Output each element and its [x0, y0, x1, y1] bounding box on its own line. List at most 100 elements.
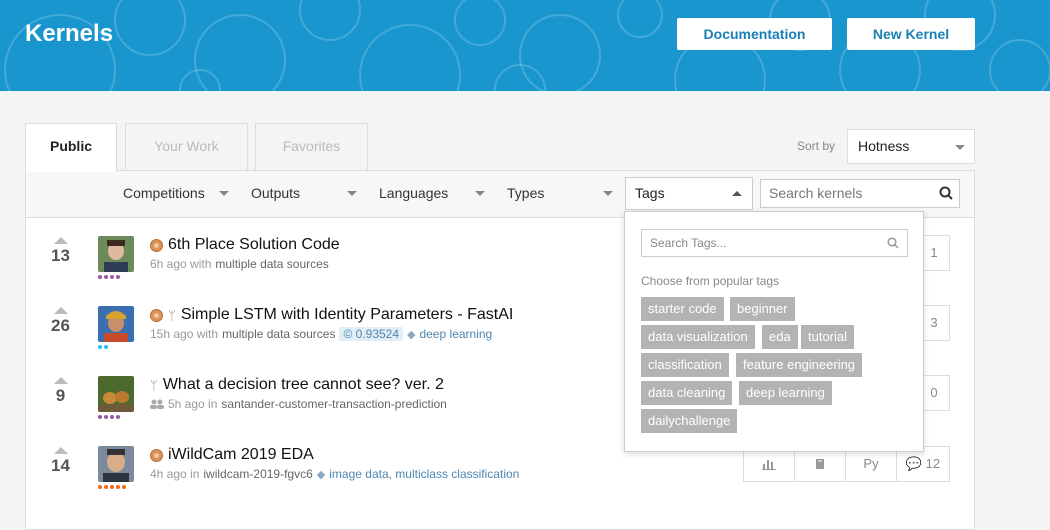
vote-widget[interactable]: 13	[43, 237, 78, 266]
tag-icon: ◆	[407, 328, 416, 341]
chevron-down-icon	[603, 191, 613, 196]
search-icon	[887, 237, 899, 249]
tab-favorites[interactable]: Favorites	[255, 123, 368, 171]
chevron-up-icon	[732, 191, 742, 196]
tag-icon: ◆	[316, 468, 326, 481]
vote-count: 13	[51, 246, 70, 265]
kernel-title-line: ᛘ Simple LSTM with Identity Parameters -…	[150, 306, 513, 324]
kernel-source[interactable]: iwildcam-2019-fgvc6	[203, 467, 312, 481]
popular-tags-label: Choose from popular tags	[641, 274, 780, 288]
tag-chip-beginner[interactable]: beginner	[730, 297, 795, 321]
upvote-icon[interactable]	[53, 307, 68, 314]
sort-value: Hotness	[858, 138, 910, 154]
filter-types[interactable]: Types	[507, 185, 544, 201]
vote-widget[interactable]: 14	[43, 447, 78, 476]
tag-chip-tutorial[interactable]: tutorial	[801, 325, 855, 349]
tier-dots	[98, 275, 120, 279]
sort-by-label: Sort by	[797, 139, 836, 153]
kernel-time: 6h ago with	[150, 257, 212, 271]
tag-chip-dailychallenge[interactable]: dailychallenge	[641, 409, 738, 433]
filter-types-label: Types	[507, 185, 545, 201]
fork-icon: ᛘ	[168, 307, 176, 323]
kernel-time: 15h ago with	[150, 327, 219, 341]
avatar[interactable]	[98, 376, 134, 412]
sort-select[interactable]: Hotness	[847, 129, 975, 164]
search-tags-input[interactable]: Search Tags...	[641, 229, 908, 257]
tab-public[interactable]: Public	[25, 123, 117, 172]
search-icon	[939, 186, 953, 200]
filter-competitions-label: Competitions	[123, 185, 205, 201]
kernel-title[interactable]: Simple LSTM with Identity Parameters - F…	[181, 306, 514, 324]
notebook-icon	[816, 459, 824, 469]
tag-chip-data-cleaning[interactable]: data cleaning	[641, 381, 733, 405]
avatar[interactable]	[98, 306, 134, 342]
chevron-down-icon	[219, 191, 229, 196]
tab-your-work[interactable]: Your Work	[125, 123, 248, 171]
tags-dropdown: Search Tags... Choose from popular tags …	[624, 211, 924, 452]
kernel-source[interactable]: santander-customer-transaction-predictio…	[221, 397, 446, 411]
filter-languages[interactable]: Languages	[379, 185, 448, 201]
kernel-title-line: ᛘ What a decision tree cannot see? ver. …	[150, 376, 444, 394]
filter-outputs[interactable]: Outputs	[251, 185, 300, 201]
page-title: Kernels	[25, 20, 114, 47]
tier-dots	[98, 485, 126, 489]
filter-tags[interactable]: Tags	[625, 177, 753, 210]
filter-languages-label: Languages	[379, 185, 449, 201]
score-value: 0.93524	[355, 327, 400, 341]
filter-competitions[interactable]: Competitions	[123, 185, 205, 201]
vote-count: 26	[51, 316, 70, 335]
comment-icon: 💬	[905, 456, 923, 471]
kernel-row[interactable]: 14 iWildCam 2019 EDA 4h ago in iwildcam-…	[26, 446, 974, 516]
score-badge: © 0.93524	[339, 327, 404, 341]
tag-chip-data-visualization[interactable]: data visualization	[641, 325, 755, 349]
vote-widget[interactable]: 26	[43, 307, 78, 336]
chevron-down-icon	[475, 191, 485, 196]
tag-chip-starter-code[interactable]: starter code	[641, 297, 724, 321]
search-kernels-input[interactable]: Search kernels	[760, 179, 960, 208]
tag-chip-deep-learning[interactable]: deep learning	[739, 381, 832, 405]
kernel-meta: 6h ago with multiple data sources	[150, 257, 329, 271]
kernel-tags[interactable]: image data, multiclass classification	[329, 467, 519, 481]
tier-dots	[98, 345, 108, 349]
bronze-medal-icon	[150, 448, 163, 462]
tag-chip-feature-engineering[interactable]: feature engineering	[736, 353, 863, 377]
users-icon	[150, 399, 164, 409]
filter-tags-label: Tags	[635, 185, 665, 201]
search-kernels-placeholder: Search kernels	[769, 185, 863, 201]
tier-dots	[98, 415, 120, 419]
page-header: Kernels Documentation New Kernel	[0, 0, 1050, 91]
kernel-time: 5h ago in	[168, 397, 218, 411]
bronze-medal-icon	[150, 308, 163, 322]
kernel-source[interactable]: multiple data sources	[215, 257, 328, 271]
tag-chip-classification[interactable]: classification	[641, 353, 729, 377]
kernel-title[interactable]: What a decision tree cannot see? ver. 2	[163, 376, 444, 394]
kernel-tags[interactable]: deep learning	[420, 327, 493, 341]
avatar[interactable]	[98, 236, 134, 272]
vote-count: 9	[55, 386, 66, 405]
kernel-meta: 4h ago in iwildcam-2019-fgvc6 ◆ image da…	[150, 467, 519, 481]
kernel-time: 4h ago in	[150, 467, 200, 481]
kernel-meta: 5h ago in santander-customer-transaction…	[150, 397, 447, 411]
bar-chart-icon	[762, 460, 776, 470]
fork-icon: ᛘ	[150, 377, 158, 393]
kernel-title-line: 6th Place Solution Code	[150, 236, 340, 254]
kernel-title-line: iWildCam 2019 EDA	[150, 446, 314, 464]
search-tags-placeholder: Search Tags...	[650, 236, 727, 250]
documentation-button[interactable]: Documentation	[677, 18, 832, 50]
chevron-down-icon	[955, 145, 965, 150]
upvote-icon[interactable]	[53, 447, 68, 454]
tag-chip-eda[interactable]: eda	[762, 325, 798, 349]
vote-count: 14	[51, 456, 70, 475]
upvote-icon[interactable]	[53, 377, 68, 384]
new-kernel-button[interactable]: New Kernel	[847, 18, 975, 50]
chevron-down-icon	[347, 191, 357, 196]
upvote-icon[interactable]	[53, 237, 68, 244]
vote-widget[interactable]: 9	[43, 377, 78, 406]
filter-outputs-label: Outputs	[251, 185, 301, 201]
kernel-meta: 15h ago with multiple data sources © 0.9…	[150, 327, 492, 341]
kernel-title[interactable]: 6th Place Solution Code	[168, 236, 340, 254]
avatar[interactable]	[98, 446, 134, 482]
bronze-medal-icon	[150, 238, 163, 252]
kernel-title[interactable]: iWildCam 2019 EDA	[168, 446, 314, 464]
kernel-source[interactable]: multiple data sources	[222, 327, 335, 341]
